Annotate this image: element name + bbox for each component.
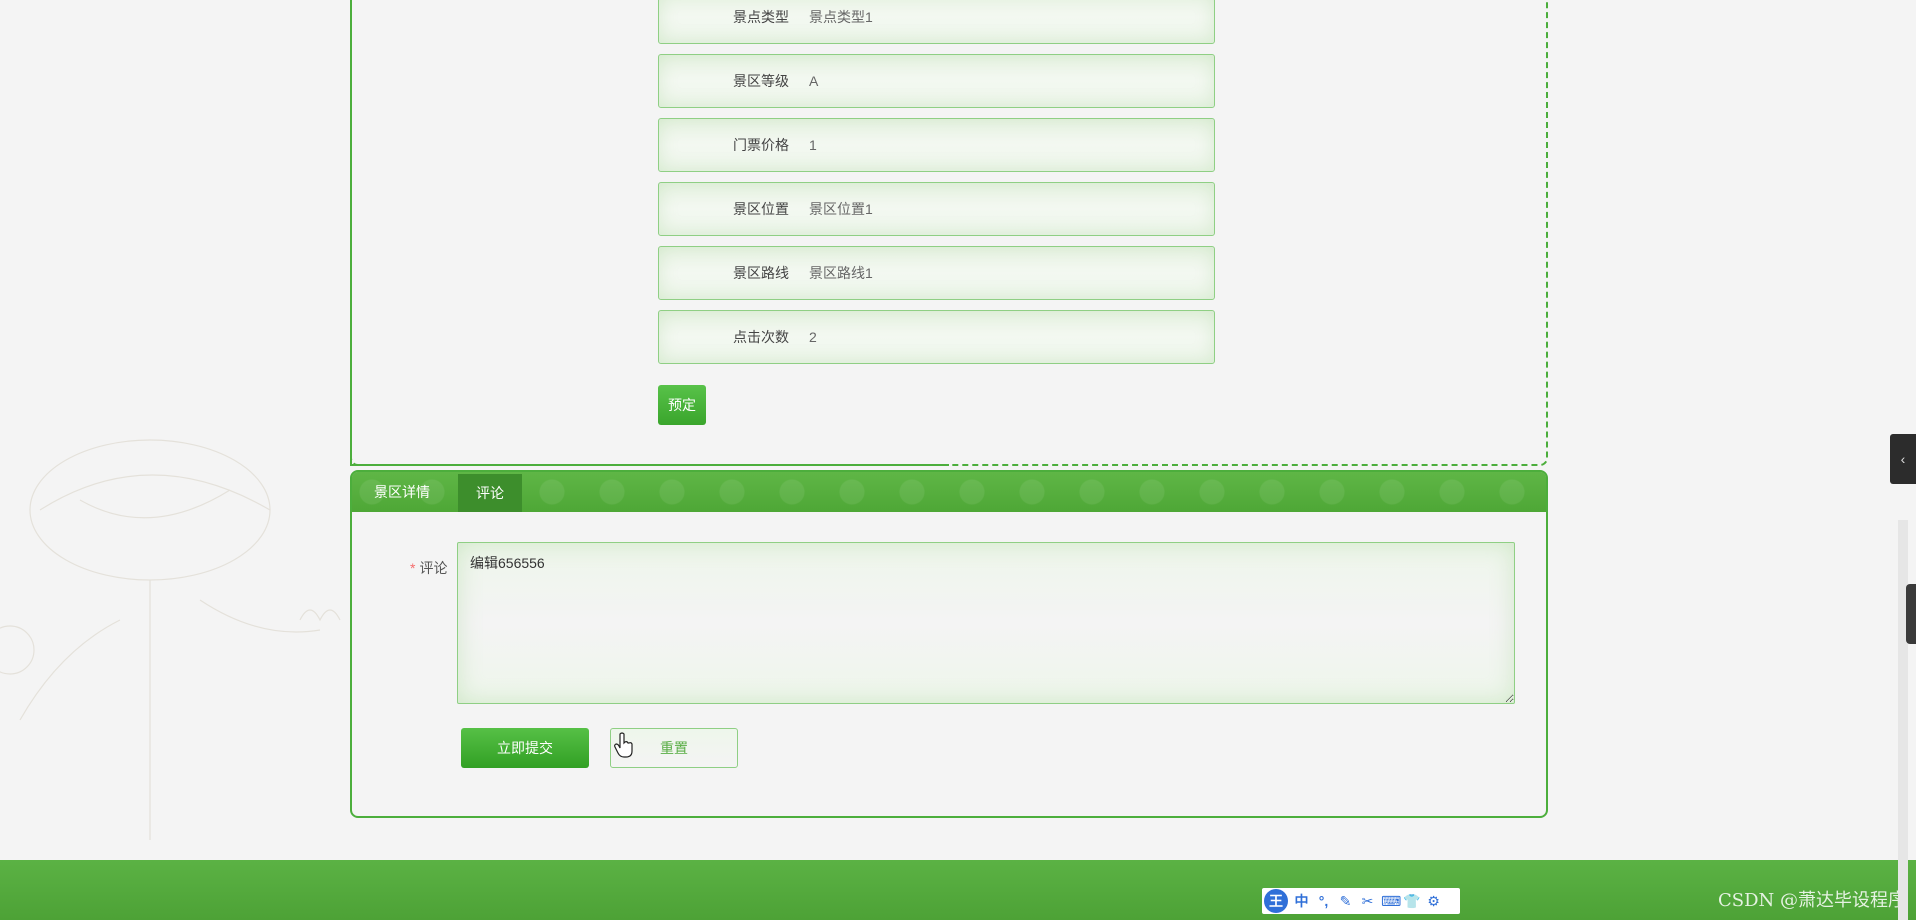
field-value: A [809, 73, 819, 89]
field-label: 景区路线 [733, 265, 789, 281]
tab-comments[interactable]: 评论 [458, 474, 522, 512]
field-label: 景区位置 [733, 201, 789, 217]
field-value: 景区位置1 [809, 201, 873, 217]
scrollbar-track[interactable] [1898, 520, 1908, 920]
field-row-click-count: 点击次数 2 [658, 310, 1215, 364]
ime-handwriting-icon[interactable]: ✎ [1337, 893, 1354, 910]
field-value: 景点类型1 [809, 9, 873, 25]
field-row-scenic-level: 景区等级 A [658, 54, 1215, 108]
page-footer [0, 860, 1916, 920]
side-panel-toggle[interactable]: ‹ [1890, 434, 1916, 484]
field-label: 景点类型 [733, 9, 789, 25]
tab-scenic-details[interactable]: 景区详情 [356, 472, 448, 512]
ime-screenshot-icon[interactable]: ✂ [1359, 893, 1376, 910]
ime-logo-icon[interactable]: 王 [1264, 889, 1288, 913]
field-label: 点击次数 [733, 329, 789, 345]
scrollbar-thumb[interactable] [1906, 584, 1916, 644]
field-row-scenic-type: 景点类型 景点类型1 [658, 0, 1215, 44]
field-value: 景区路线1 [809, 265, 873, 281]
required-mark: * [410, 560, 416, 576]
ime-settings-icon[interactable]: ⚙ [1425, 893, 1442, 910]
ime-skin-icon[interactable]: 👕 [1403, 893, 1420, 910]
field-row-scenic-location: 景区位置 景区位置1 [658, 182, 1215, 236]
field-value: 2 [809, 329, 817, 345]
hand-cursor-icon [614, 732, 633, 758]
ime-toolbar: 王 中 °, ✎ ✂ ⌨ 👕 ⚙ [1262, 888, 1460, 914]
field-label: 门票价格 [733, 137, 789, 153]
chevron-left-icon: ‹ [1900, 451, 1906, 467]
comment-textarea[interactable] [457, 542, 1515, 704]
field-value: 1 [809, 137, 817, 153]
field-row-ticket-price: 门票价格 1 [658, 118, 1215, 172]
book-button[interactable]: 预定 [658, 385, 706, 425]
field-label: 景区等级 [733, 73, 789, 89]
scenic-detail-panel: 景点类型 景点类型1 景区等级 A 门票价格 1 景区位置 景区位置1 景区路线… [350, 0, 1548, 466]
comment-label: * 评论 [410, 558, 447, 578]
lotus-background-decoration [0, 439, 341, 840]
ime-punctuation-icon[interactable]: °, [1315, 893, 1332, 909]
submit-button[interactable]: 立即提交 [461, 728, 589, 768]
comment-label-text: 评论 [419, 560, 448, 576]
csdn-watermark: CSDN @萧达毕设程序 [1717, 890, 1906, 911]
field-row-scenic-route: 景区路线 景区路线1 [658, 246, 1215, 300]
comment-panel: 景区详情 评论 *评论 立即提交 重置 [350, 470, 1548, 818]
ime-keyboard-icon[interactable]: ⌨ [1381, 893, 1401, 910]
ime-chinese-mode-icon[interactable]: 中 [1293, 891, 1310, 911]
tab-bar: 景区详情 评论 [352, 472, 1546, 512]
